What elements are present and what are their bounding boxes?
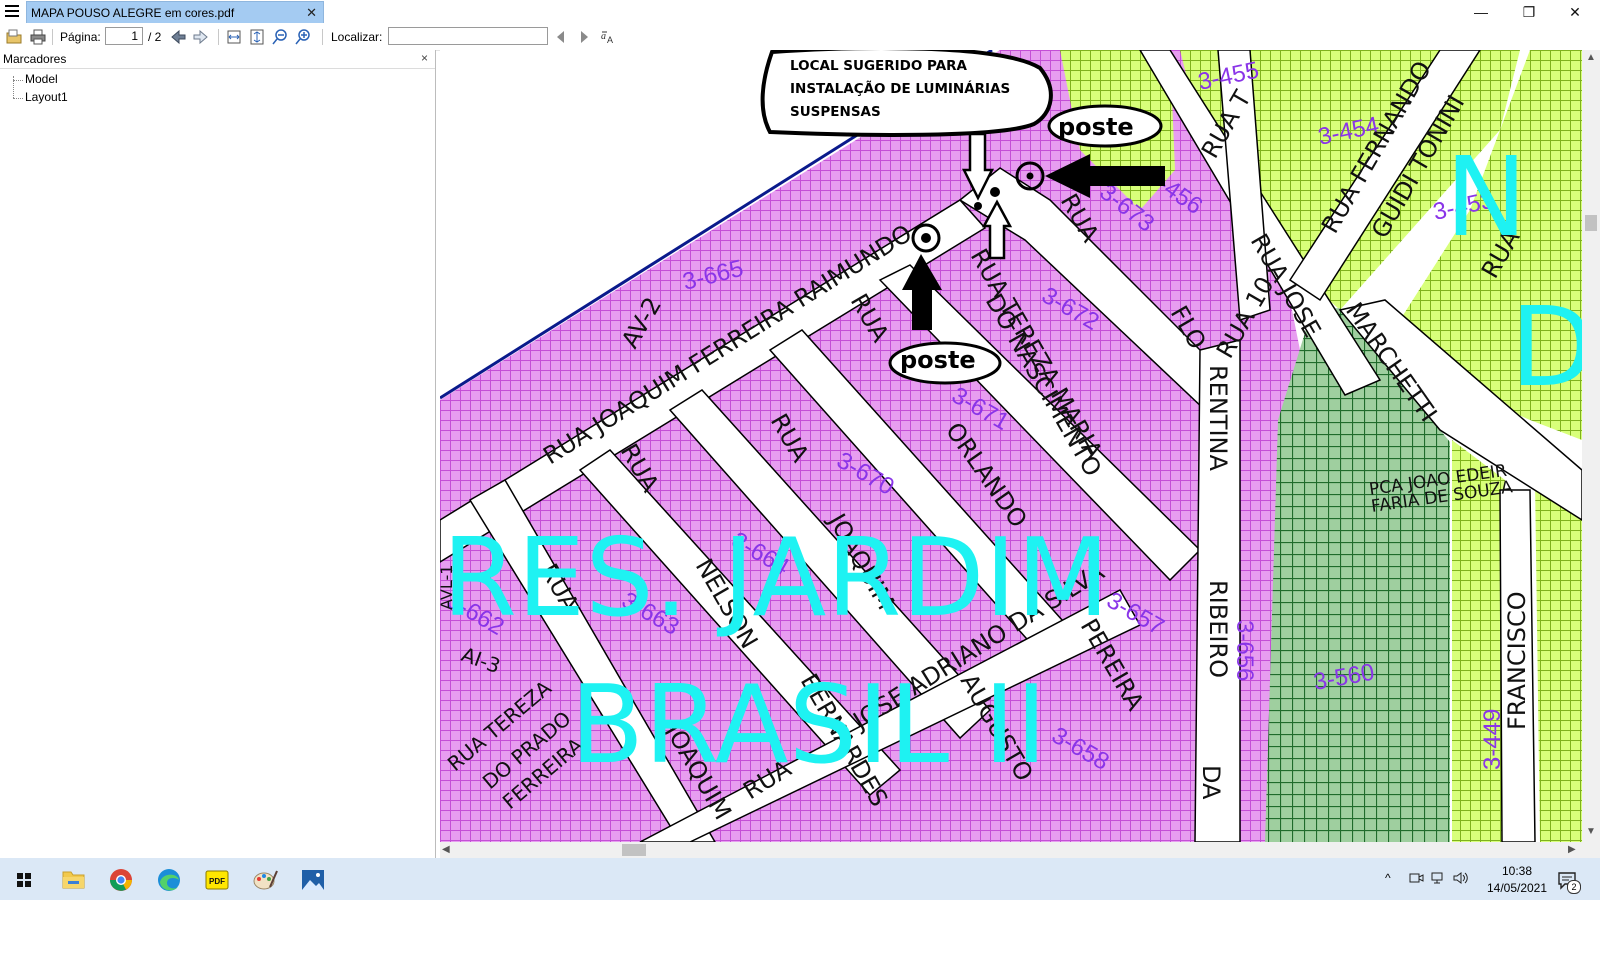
vertical-scroll-thumb[interactable] (1585, 215, 1597, 231)
street-label: DA (1197, 765, 1225, 800)
scroll-down-icon[interactable]: ▼ (1586, 826, 1596, 837)
paint-icon[interactable] (243, 863, 287, 897)
tray-overflow-icon[interactable]: ^ (1385, 871, 1391, 885)
bookmark-item-model[interactable]: Model (25, 72, 58, 86)
lot-label: 3-656 (1231, 620, 1258, 681)
meet-now-icon[interactable] (1408, 870, 1424, 886)
pdf-reader-icon[interactable]: PDF (195, 863, 239, 897)
scroll-up-icon[interactable]: ▲ (1586, 52, 1596, 63)
document-tab-title: MAPA POUSO ALEGRE em cores.pdf (31, 6, 235, 20)
find-label: Localizar: (331, 30, 383, 44)
toolbar: Página: / 2 Localizar: a A (0, 24, 1600, 51)
pole-marker (1026, 172, 1034, 180)
neighborhood-letter: D (1510, 283, 1582, 411)
street-label: RIBEIRO (1204, 580, 1232, 678)
document-view[interactable]: 3-455 3-454 3-453 3-456 3-673 3-665 3-67… (440, 50, 1582, 842)
page-total: / 2 (148, 30, 162, 44)
empty-area (0, 900, 1600, 962)
volume-icon[interactable] (1452, 870, 1468, 886)
document-tab[interactable]: MAPA POUSO ALEGRE em cores.pdf ✕ (26, 1, 324, 23)
callout-line: LOCAL SUGERIDO PARA (790, 58, 968, 74)
vertical-scrollbar[interactable]: ▲ ▼ (1582, 50, 1600, 842)
photos-icon[interactable] (291, 863, 335, 897)
page-label: Página: (60, 30, 101, 44)
edge-icon[interactable] (147, 863, 191, 897)
neighborhood-line-2: BRASIL II (570, 663, 1047, 788)
maximize-button[interactable]: ❐ (1506, 2, 1552, 22)
light-point-marker (974, 202, 982, 210)
taskbar: PDF ^ 10:38 14/05/2021 2 (0, 858, 1600, 900)
poste-label-top: poste (1058, 113, 1134, 141)
print-icon[interactable] (30, 29, 46, 45)
toolbar-separator (322, 29, 323, 45)
next-page-icon[interactable] (193, 29, 209, 45)
horizontal-scroll-thumb[interactable] (622, 844, 646, 856)
svg-text:A: A (607, 35, 613, 45)
callout-line: SUSPENSAS (790, 104, 881, 120)
chrome-icon[interactable] (99, 863, 143, 897)
street-label: FRANCISCO (1503, 591, 1531, 730)
windows-start-icon[interactable] (2, 863, 46, 897)
tab-close-icon[interactable]: ✕ (306, 5, 317, 21)
scroll-left-icon[interactable]: ◀ (442, 844, 450, 855)
street-label: RENTINA (1204, 365, 1232, 471)
map-page: 3-455 3-454 3-453 3-456 3-673 3-665 3-67… (440, 50, 1582, 842)
notification-badge: 2 (1567, 880, 1581, 894)
light-point-marker (990, 187, 1000, 197)
close-window-button[interactable]: ✕ (1552, 2, 1598, 22)
fit-width-icon[interactable] (226, 29, 242, 45)
scroll-right-icon[interactable]: ▶ (1568, 844, 1576, 855)
hamburger-menu-icon[interactable] (5, 5, 19, 18)
find-next-icon[interactable] (576, 29, 592, 45)
page-number-input[interactable] (105, 27, 143, 45)
bookmarks-close-icon[interactable]: × (421, 51, 428, 65)
file-explorer-icon[interactable] (51, 863, 95, 897)
text-select-icon[interactable]: a A (600, 29, 616, 45)
bookmarks-header: Marcadores × (0, 50, 435, 69)
prev-page-icon[interactable] (170, 29, 186, 45)
fit-page-icon[interactable] (249, 29, 265, 45)
callout-line: INSTALAÇÃO DE LUMINÁRIAS (790, 80, 1010, 97)
lot-label: 3-449 (1479, 709, 1506, 770)
toolbar-separator (52, 29, 53, 45)
bookmarks-panel: Marcadores × Model Layout1 (0, 50, 436, 858)
lot-area-green (1535, 480, 1582, 842)
neighborhood-line-1: RES. JARDIM (442, 516, 1110, 641)
neighborhood-letter: N (1445, 133, 1527, 261)
svg-text:PDF: PDF (209, 877, 225, 886)
title-bar: MAPA POUSO ALEGRE em cores.pdf ✕ — ❐ ✕ (0, 0, 1600, 24)
zoom-in-icon[interactable] (295, 29, 311, 45)
clock-time[interactable]: 10:38 (1482, 864, 1552, 878)
toolbar-separator (218, 29, 219, 45)
svg-text:a: a (601, 31, 606, 42)
bookmarks-title: Marcadores (3, 52, 67, 66)
network-icon[interactable] (1430, 870, 1446, 886)
find-input[interactable] (388, 27, 548, 45)
poste-label-bottom: poste (900, 346, 976, 374)
bookmark-item-layout1[interactable]: Layout1 (25, 90, 68, 104)
horizontal-scrollbar[interactable]: ◀ ▶ (440, 842, 1600, 858)
open-icon[interactable] (6, 29, 22, 45)
tree-connector (13, 80, 23, 81)
find-prev-icon[interactable] (553, 29, 569, 45)
clock-date[interactable]: 14/05/2021 (1482, 881, 1552, 895)
pole-marker (921, 233, 931, 243)
zoom-out-icon[interactable] (272, 29, 288, 45)
minimize-button[interactable]: — (1458, 2, 1504, 22)
tree-connector (13, 98, 23, 99)
